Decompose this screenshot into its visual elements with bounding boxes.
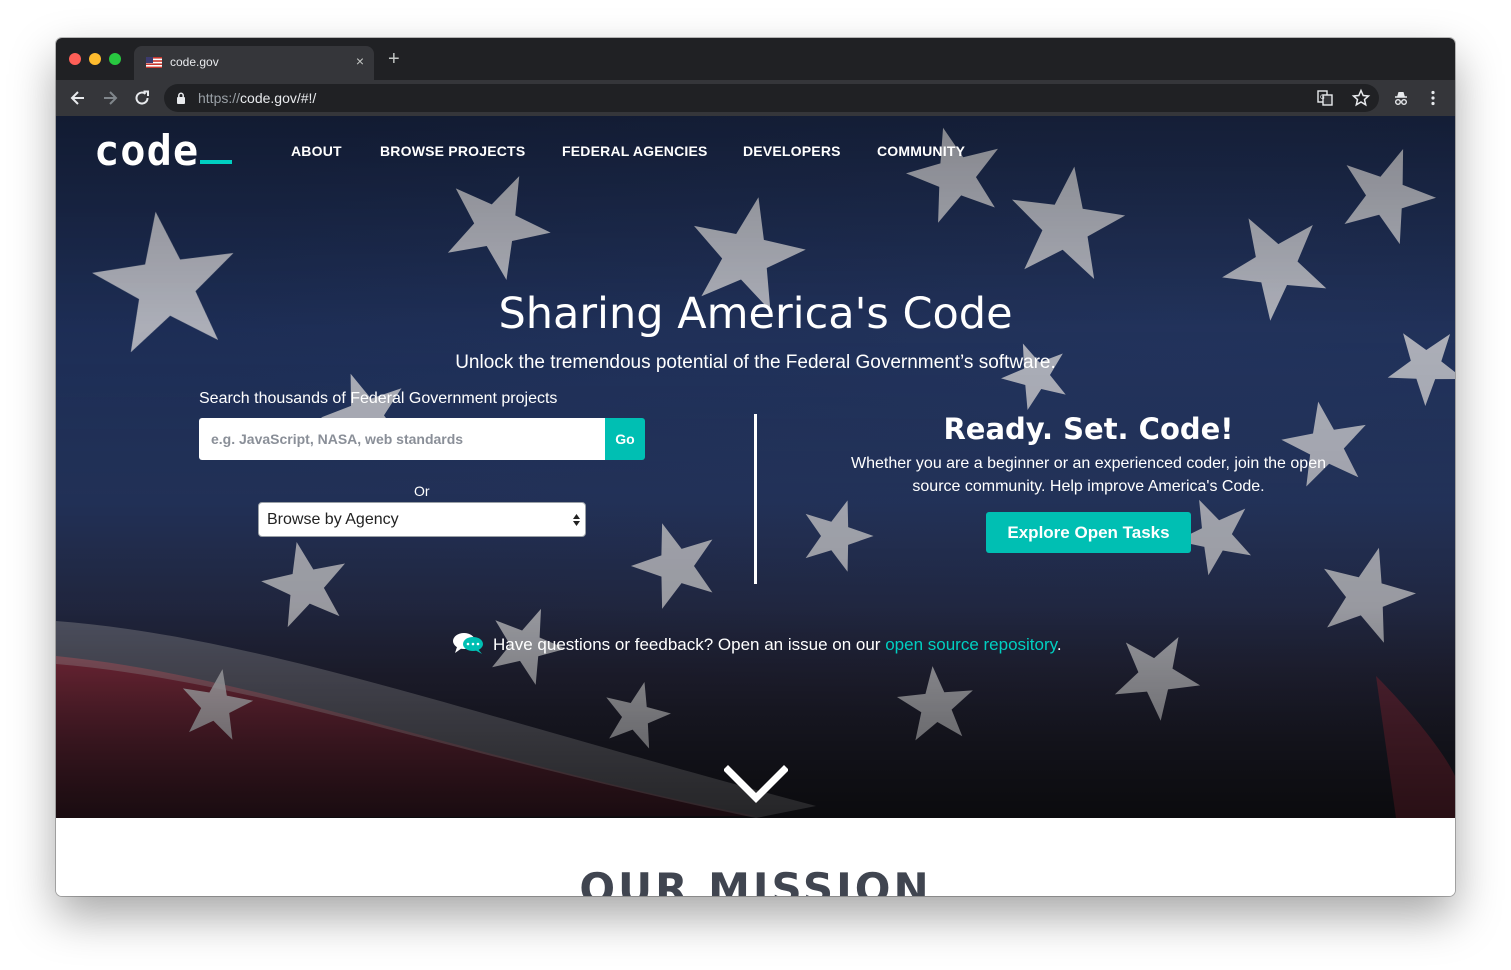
forward-arrow-icon[interactable] [100, 88, 120, 108]
feedback-text: Have questions or feedback? Open an issu… [493, 635, 1062, 655]
logo-underscore [200, 160, 232, 164]
mission-title: OUR MISSION [579, 864, 932, 896]
back-arrow-icon[interactable] [68, 88, 88, 108]
hero-title: Sharing America's Code [498, 289, 1013, 339]
url-host: code.gov/#!/ [240, 90, 317, 106]
go-button[interactable]: Go [605, 418, 645, 460]
feedback-line: Have questions or feedback? Open an issu… [452, 631, 1072, 657]
new-tab-button[interactable]: + [388, 49, 400, 69]
site-logo[interactable]: code [94, 126, 199, 175]
nav-about[interactable]: ABOUT [291, 143, 342, 159]
browser-toolbar: https://code.gov/#!/ G [56, 80, 1455, 116]
search-label: Search thousands of Federal Government p… [199, 390, 558, 407]
nav-developers[interactable]: DEVELOPERS [743, 143, 841, 159]
select-arrows-icon [573, 514, 580, 526]
url-text: https://code.gov/#!/ [198, 90, 316, 106]
url-scheme: https:// [198, 90, 241, 106]
tab-title: code.gov [170, 55, 219, 69]
browser-tab[interactable]: code.gov × [134, 46, 374, 80]
search-input[interactable] [199, 418, 605, 460]
close-window-button[interactable] [69, 53, 81, 65]
svg-text:G: G [1320, 94, 1325, 101]
ready-set-code-title: Ready. Set. Code! [943, 412, 1234, 446]
lock-icon [177, 92, 185, 104]
scroll-down-chevron-icon[interactable] [724, 764, 788, 804]
minimize-window-button[interactable] [89, 53, 101, 65]
chat-bubbles-icon [453, 633, 483, 654]
or-label: Or [414, 483, 430, 499]
address-bar[interactable]: https://code.gov/#!/ [164, 84, 1379, 112]
incognito-icon[interactable] [1391, 88, 1411, 108]
hero-section: code ABOUT BROWSE PROJECTS FEDERAL AGENC… [56, 116, 1455, 818]
us-flag-icon [146, 57, 162, 68]
bookmark-star-icon[interactable] [1351, 88, 1371, 108]
open-source-repository-link[interactable]: open source repository [885, 635, 1057, 654]
vertical-divider [754, 414, 757, 584]
mission-section: OUR MISSION [56, 818, 1455, 896]
nav-federal-agencies[interactable]: FEDERAL AGENCIES [562, 143, 708, 159]
explore-open-tasks-button[interactable]: Explore Open Tasks [986, 512, 1191, 553]
nav-community[interactable]: COMMUNITY [877, 143, 965, 159]
web-page: code ABOUT BROWSE PROJECTS FEDERAL AGENC… [56, 116, 1455, 896]
nav-browse-projects[interactable]: BROWSE PROJECTS [380, 143, 525, 159]
ready-set-code-text: Whether you are a beginner or an experie… [851, 455, 1326, 495]
agency-select-value: Browse by Agency [267, 511, 399, 528]
feedback-prefix: Have questions or feedback? Open an issu… [493, 635, 886, 654]
browser-window: code.gov × + https://code.gov/#!/ G code… [56, 38, 1455, 896]
more-menu-icon[interactable] [1423, 88, 1443, 108]
hero-subtitle: Unlock the tremendous potential of the F… [455, 352, 1056, 373]
tab-close-icon[interactable]: × [356, 53, 364, 69]
tab-strip: code.gov × + [56, 38, 1455, 80]
reload-icon[interactable] [132, 88, 152, 108]
maximize-window-button[interactable] [109, 53, 121, 65]
feedback-suffix: . [1056, 635, 1062, 654]
browse-by-agency-select[interactable]: Browse by Agency [258, 502, 586, 537]
translate-icon[interactable]: G [1315, 88, 1335, 108]
